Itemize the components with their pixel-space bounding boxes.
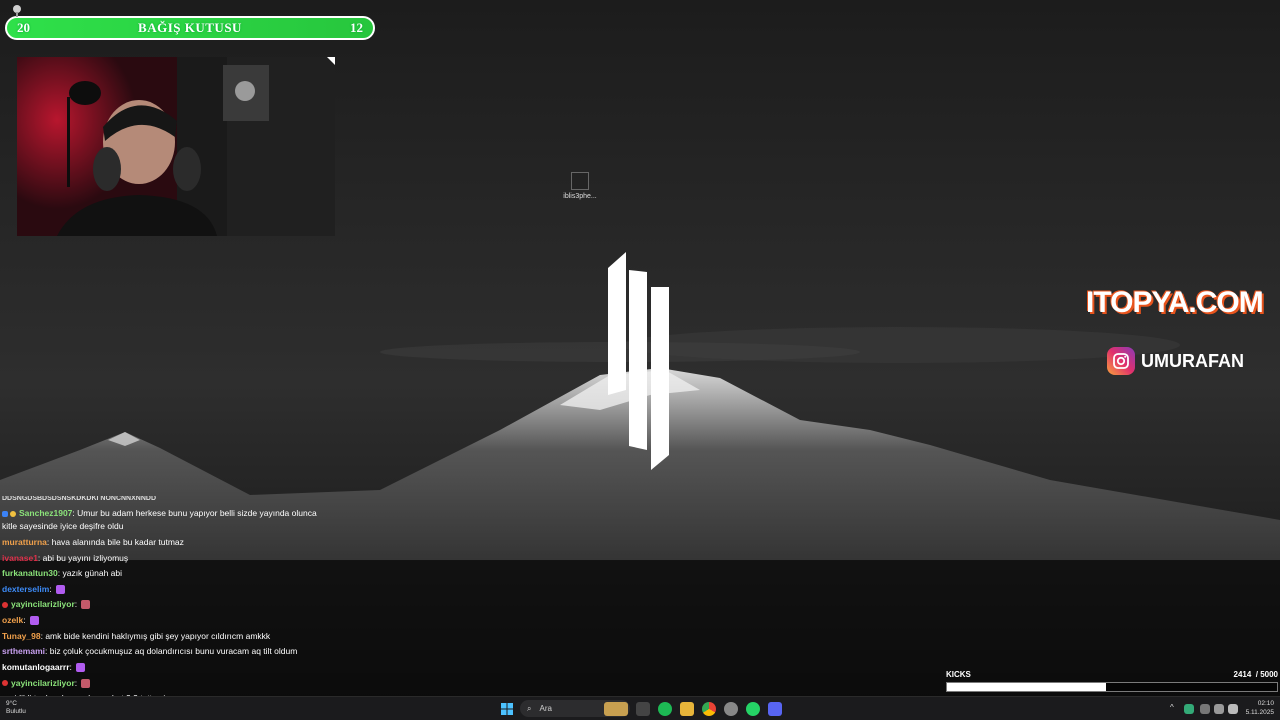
chat-username[interactable]: ivanase1	[2, 553, 38, 563]
file-icon	[571, 172, 589, 190]
chat-overlay: DDSNGDSBDSDSNSKDKDKI NONCNNXNNDD Sanchez…	[0, 496, 332, 707]
microphone-icon	[13, 5, 21, 17]
chat-message: komutanlogaarrr:	[2, 660, 332, 676]
weather-widget[interactable]: 9°C Bulutlu	[6, 700, 26, 716]
volume-icon[interactable]	[1228, 704, 1238, 714]
chat-message: ivanase1: abi bu yayını izliyomuş	[2, 551, 332, 567]
donation-left-value: 20	[17, 20, 30, 35]
chat-text: :	[74, 599, 78, 609]
chat-text: :	[23, 614, 26, 625]
badge-icon	[2, 680, 8, 687]
system-clock[interactable]: 02:10 5.11.2025	[1244, 699, 1274, 717]
chat-username[interactable]: dexterselim	[2, 584, 49, 594]
chat-text: : hava alanında bile bu kadar tutmaz	[46, 537, 184, 547]
wifi-icon[interactable]	[1214, 704, 1224, 714]
chat-text: : biz çoluk çocukmuşuz aq dolandırıcısı …	[45, 646, 298, 656]
chat-username[interactable]: furkanaltun30	[2, 568, 58, 578]
windows-start-icon[interactable]	[500, 702, 514, 716]
instagram-username: UMURAFAN	[1141, 350, 1244, 371]
subscriber-badge-icon	[2, 510, 8, 517]
donation-title: BAĞIŞ KUTUSU	[138, 20, 242, 35]
whatsapp-icon[interactable]	[746, 702, 760, 716]
chat-text: : amk bide kendini haklıymış gibi şey ya…	[40, 631, 271, 641]
chrome-icon[interactable]	[702, 702, 716, 716]
chat-text: :	[74, 677, 78, 688]
spotify-icon[interactable]	[658, 702, 672, 716]
instagram-icon	[1107, 347, 1135, 375]
chat-cut-line: DDSNGDSBDSDSNSKDKDKI NONCNNXNNDD	[2, 496, 157, 502]
chat-message: furkanaltun30: yazık günah abi	[2, 566, 332, 582]
task-view-icon[interactable]	[636, 702, 650, 716]
chat-message: Tunay_98: amk bide kendini haklıymış gib…	[2, 630, 332, 643]
taskbar: 9°C Bulutlu ⌕ Ara ^ 02:10 5.11.2025	[0, 696, 1280, 720]
emote-icon	[81, 600, 91, 610]
chat-username[interactable]: komutanlogaarrr	[2, 662, 70, 672]
search-icon: ⌕	[527, 703, 532, 713]
kicks-count: 2414 / 5000	[1233, 670, 1279, 679]
desktop-file-icon[interactable]: iblis3phe...	[562, 172, 598, 200]
search-placeholder: Ara	[539, 704, 552, 713]
tray-chevron-up-icon[interactable]: ^	[1170, 703, 1174, 712]
chat-username[interactable]: muratturna	[2, 537, 47, 547]
emote-icon	[29, 615, 39, 625]
emote-icon	[75, 663, 85, 673]
settings-icon[interactable]	[724, 702, 738, 716]
chat-message: yayincilarizliyor:	[2, 597, 332, 613]
kicks-progress-fill	[947, 683, 1107, 691]
chat-username[interactable]: Sanchez1907	[19, 508, 72, 518]
chat-message: dexterselim:	[2, 582, 332, 598]
badge-icon	[2, 601, 8, 608]
chat-message: ozelk:	[2, 613, 332, 629]
chat-message: srthemami: biz çoluk çocukmuşuz aq dolan…	[2, 645, 332, 658]
chat-text: :	[69, 662, 72, 672]
donation-right-value: 12	[349, 20, 363, 35]
kicks-goal: KICKS 2414 / 5000	[946, 670, 1278, 692]
desktop-icon-label: iblis3phe...	[563, 193, 597, 200]
chat-text: : yazık günah abi	[57, 568, 123, 578]
instagram-handle: UMURAFAN	[1107, 347, 1244, 375]
chat-message: muratturna: hava alanında bile bu kadar …	[2, 535, 332, 551]
chat-username[interactable]: Tunay_98	[2, 631, 41, 641]
chat-text: : abi bu yayını izliyomuş	[37, 552, 129, 563]
sponsor-logo: ITOPYA.COM	[1086, 286, 1264, 319]
chat-text: :	[49, 583, 52, 594]
chat-username[interactable]: ozelk	[2, 615, 23, 625]
file-explorer-icon[interactable]	[680, 702, 694, 716]
chat-username[interactable]: yayincilarizliyor	[11, 678, 75, 688]
kicks-label: KICKS	[946, 670, 971, 679]
network-icon[interactable]	[1200, 704, 1210, 714]
emote-icon	[81, 678, 91, 688]
search-highlight-icon	[604, 702, 628, 716]
gift-badge-icon	[10, 510, 16, 517]
chat-message: Sanchez1907: Umur bu adam herkese bunu y…	[2, 507, 332, 533]
chat-username[interactable]: yayincilarizliyor	[11, 599, 75, 609]
sync-icon[interactable]	[1184, 704, 1194, 714]
chat-username[interactable]: srthemami	[2, 646, 45, 656]
discord-icon[interactable]	[768, 702, 782, 716]
webcam-feed	[17, 57, 335, 236]
kicks-progress-track	[946, 682, 1278, 692]
chat-message: yayincilarizliyor:	[2, 676, 332, 692]
donation-goal-bar: 20 BAĞIŞ KUTUSU 12	[5, 16, 375, 40]
emote-icon	[55, 584, 65, 594]
